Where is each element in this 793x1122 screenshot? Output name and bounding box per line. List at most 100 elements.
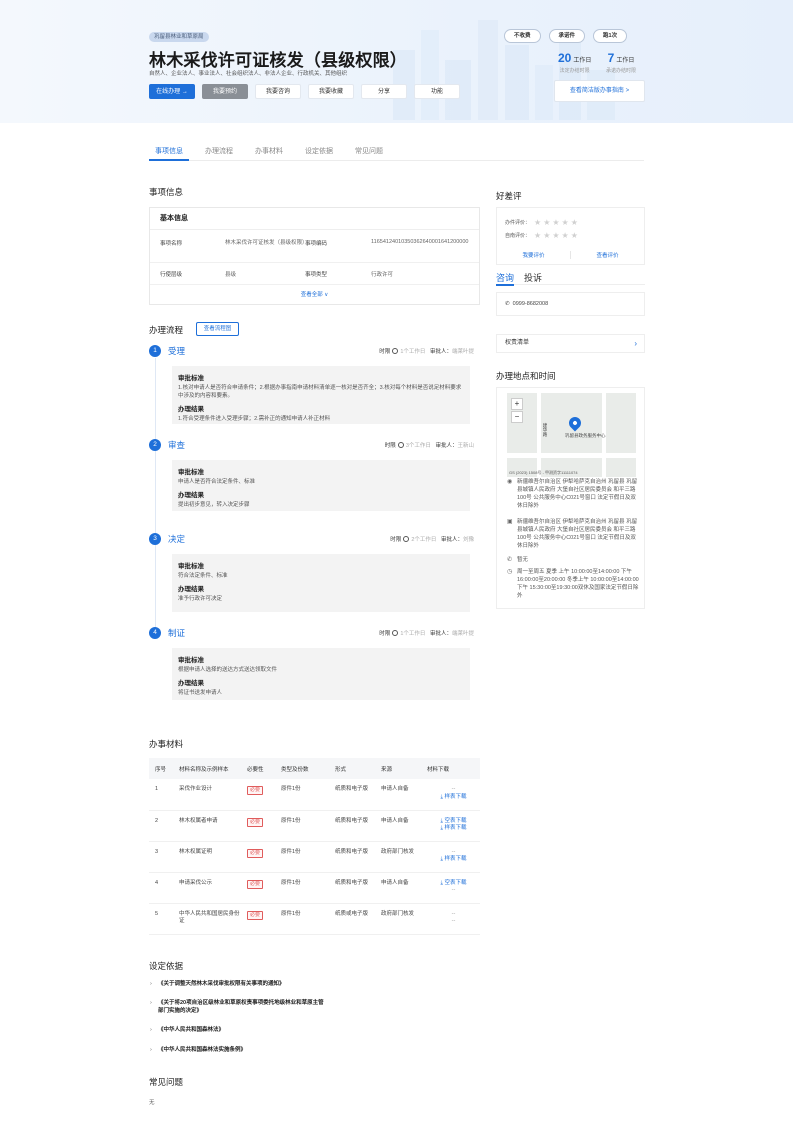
window-icon: ▣ [507, 519, 513, 525]
basis-link[interactable]: 《中华人民共和国森林法》 [150, 1026, 328, 1034]
basis-link[interactable]: 《中华人民共和国森林法实施条例》 [150, 1046, 328, 1054]
step-meta: 时限 3个工作日 审批人：王新山 [384, 442, 474, 449]
table-row: 2 林木权属者申请 必要 原件1份 纸质和电子版 申请人自备 ⤓ 空表下载 ⤓ 样表下载 [149, 810, 480, 842]
step-meta: 时限 2个工作日 审批人：刘豫 [390, 536, 474, 543]
table-row: 4 申请采伐公示 必要 原件1份 纸质和电子版 申请人自备 ⤓ 空表下载 -- [149, 872, 480, 904]
materials-table: 序号 材料名称及示例样本 必要性 类型及份数 形式 来源 材料下载 1 采伐作业设… [149, 758, 480, 935]
visit-once-pill: 跑1次 [593, 29, 628, 43]
step-name: 决定 [168, 534, 186, 544]
table-row: 5 中华人民共和国居民身份证 必要 原件1份 纸质或电子版 政府部门核发 -- -- [149, 903, 480, 935]
required-badge: 必要 [247, 910, 264, 920]
online-apply-button[interactable]: 在线办理 → [149, 84, 195, 99]
table-row: 3 林木权属证明 必要 原件1份 纸质和电子版 政府部门核发 -- ⤓ 样表下载 [149, 841, 480, 873]
process-heading: 办理流程 [149, 325, 184, 335]
place-heading: 办理地点和时间 [496, 371, 556, 381]
faq-heading: 常见问题 [149, 1077, 184, 1087]
hero-header: 巩留县林业和草原局 林木采伐许可证核发（县级权限） 自然人、企业法人、事业法人、… [0, 0, 793, 123]
view-all-link[interactable]: 查看全部 ∨ [150, 290, 479, 298]
clock-icon: ◷ [507, 569, 513, 575]
clock-icon [392, 348, 399, 354]
required-badge: 必要 [247, 786, 264, 795]
step-meta: 时限 1个工作日 审批人：端莱叶提 [379, 348, 474, 355]
rate-link[interactable]: 我要评价 [497, 251, 570, 259]
required-badge: 必要 [247, 817, 264, 827]
tab-materials[interactable]: 办事材料 [255, 142, 283, 160]
legal-deadline-stat: 20 工作日 法定办结时限 [558, 51, 592, 74]
basic-info-title: 基本信息 [150, 208, 479, 230]
basis-link[interactable]: 《关于将20项自治区级林业和草原权责事项委托地级林业和草原主管部门实施的决定》 [150, 999, 328, 1015]
functions-button[interactable]: 功能 [414, 84, 460, 99]
feature-pills: 不收费 承诺件 跑1次 [504, 29, 628, 43]
view-rating-link[interactable]: 查看评价 [570, 251, 644, 259]
tab-faq[interactable]: 常见问题 [355, 142, 383, 160]
hero-actions: 在线办理 → 我要预约 我要咨询 我要收藏 分享 功能 [149, 84, 460, 99]
rating-card: 办件评价： ★★★★★ 自南评价： ★★★★★ 我要评价 查看评价 [496, 207, 645, 265]
view-flowchart-button[interactable]: 查看流程图 [196, 322, 239, 336]
tab-consult[interactable]: 咨询 [496, 271, 515, 286]
faq-content: 无 [149, 1100, 155, 1106]
tab-process[interactable]: 办理流程 [205, 142, 233, 160]
consult-button[interactable]: 我要咨询 [255, 84, 301, 99]
place-card: + − 巩留县政务服务中心 建华路 GS (2023) 1508号 - 甲测资字… [496, 387, 645, 609]
required-badge: 必要 [247, 848, 264, 858]
basis-link[interactable]: 《关于调整天然林木采伐审批权限有关事项的通知》 [150, 980, 358, 988]
hours-row: ◷ 周一至周五 夏季 上午 10:00:00至14:00:00 下午 16:00:… [507, 569, 639, 599]
service-subjects: 自然人、企业法人、事业法人、社会组织法人、非法人企业、行政机关、其他组织 [149, 71, 348, 77]
phone-icon: ✆ [507, 557, 513, 563]
step-detail: 审批标准 符合法定条件、标准 办理结果 准予行政许可决定 [172, 554, 470, 612]
favorite-button[interactable]: 我要收藏 [308, 84, 354, 99]
appointment-button[interactable]: 我要预约 [202, 84, 248, 99]
sample-download-link[interactable]: ⤓ 样表下载 [427, 825, 480, 833]
star-rating-icon: ★★★★★ [534, 218, 580, 227]
rating-heading: 好差评 [496, 191, 522, 201]
location-pin-icon [566, 414, 584, 432]
step-number: 1 [149, 345, 161, 357]
step-number: 2 [149, 439, 161, 451]
tab-item-info[interactable]: 事项信息 [149, 142, 189, 161]
clock-icon [397, 442, 404, 448]
step-meta: 时限 1个工作日 审批人：端莱叶提 [379, 630, 474, 637]
page-title: 林木采伐许可证核发（县级权限） [149, 51, 407, 70]
table-header-row: 序号 材料名称及示例样本 必要性 类型及份数 形式 来源 材料下载 [149, 758, 480, 779]
blank-download-link[interactable]: ⤓ 空表下载 [427, 880, 480, 888]
sample-download-link[interactable]: ⤓ 样表下载 [427, 794, 480, 802]
window-row: ▣ 新疆维吾尔自治区 伊犁哈萨克自治州 巩留县 巩留县城镇人民政府 大堡自社区居民… [507, 519, 638, 549]
location-map[interactable]: + − 巩留县政务服务中心 建华路 GS (2023) 1508号 - 甲测资字… [507, 393, 636, 477]
basic-info-card: 基本信息 事项名称 林木采伐许可证核发（县级权限） 事项编码 116541240… [149, 207, 480, 305]
phone-row: ✆ 暂无 [507, 557, 529, 563]
phone-card: ✆ 0999-8682008 [496, 292, 645, 316]
consult-tabs: 咨询 投诉 [496, 271, 645, 286]
star-rating-icon: ★★★★★ [534, 231, 580, 240]
phone-icon: ✆ [505, 301, 510, 307]
rights-list-link[interactable]: 权责清单 › [496, 334, 645, 353]
clock-icon [392, 630, 399, 636]
sample-download-link[interactable]: ⤓ 样表下载 [427, 856, 480, 864]
share-button[interactable]: 分享 [361, 84, 407, 99]
section-tabs: 事项信息 办理流程 办事材料 设定依据 常见问题 [149, 142, 644, 161]
item-info-heading: 事项信息 [149, 187, 184, 197]
zoom-out-button[interactable]: − [511, 411, 523, 423]
commitment-pill: 承诺件 [548, 29, 586, 43]
step-detail: 审批标准 申请人是否符合法定条件、标准 办理结果 提出初步意见，转入决定步骤 [172, 460, 470, 511]
location-icon: ◉ [507, 479, 513, 485]
chevron-right-icon: › [634, 339, 637, 348]
step-detail: 审批标准 1.核对申请人是否符合申请条件；2.根据办事指南申请材料清单逐一核对是… [172, 366, 470, 424]
department-badge: 巩留县林业和草原局 [149, 32, 209, 42]
tab-basis[interactable]: 设定依据 [305, 142, 333, 160]
free-pill: 不收费 [504, 29, 541, 43]
promised-deadline-stat: 7 工作日 承诺办结时限 [606, 51, 637, 74]
required-badge: 必要 [247, 879, 264, 889]
address-row: ◉ 新疆维吾尔自治区 伊犁哈萨克自治州 巩留县 巩留县城镇人民政府 大堡自社区居民… [507, 479, 638, 509]
step-number: 4 [149, 627, 161, 639]
step-number: 3 [149, 533, 161, 545]
simple-guide-button[interactable]: 查看简洁版办事指南 > [554, 80, 645, 102]
step-name: 审查 [168, 440, 186, 450]
blank-download-link[interactable]: ⤓ 空表下载 [427, 818, 480, 826]
clock-icon [403, 536, 410, 542]
zoom-in-button[interactable]: + [511, 398, 523, 410]
step-name: 制证 [168, 628, 186, 638]
table-row: 1 采伐作业设计 必要 原件1份 纸质和电子版 申请人自备 -- ⤓ 样表下载 [149, 779, 480, 811]
tab-complaint[interactable]: 投诉 [524, 271, 542, 284]
basis-heading: 设定依据 [149, 961, 184, 971]
step-name: 受理 [168, 346, 186, 356]
